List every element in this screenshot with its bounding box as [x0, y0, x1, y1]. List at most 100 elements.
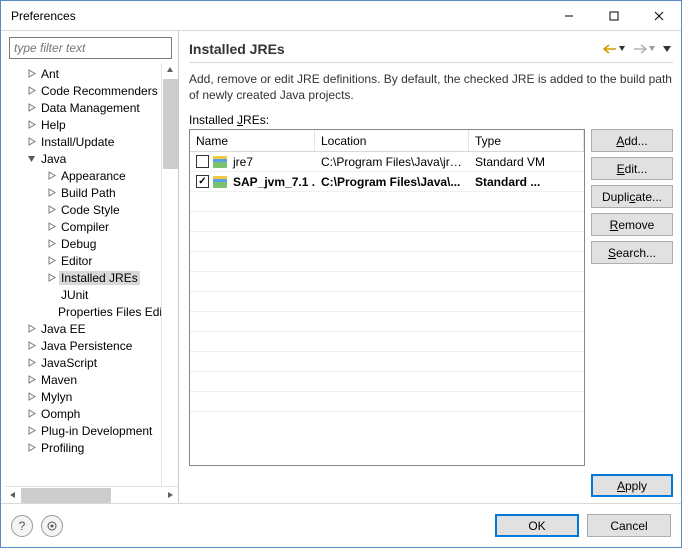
caret-down-icon	[663, 46, 671, 52]
cancel-button[interactable]: Cancel	[587, 514, 671, 537]
preference-tree[interactable]: AntCode RecommendersData ManagementHelp I…	[5, 63, 161, 486]
jre-checkbox[interactable]	[196, 155, 209, 168]
tree-item-label: Maven	[39, 373, 79, 387]
add-button[interactable]: Add...	[591, 129, 673, 152]
tree-item[interactable]: Ant	[5, 65, 161, 82]
tree-item[interactable]: Profiling	[5, 439, 161, 456]
table-row-empty	[190, 252, 584, 272]
ok-button[interactable]: OK	[495, 514, 579, 537]
tree-item[interactable]: Compiler	[5, 218, 161, 235]
bottom-left: ?	[11, 515, 63, 537]
import-export-button[interactable]	[41, 515, 63, 537]
chevron-right-icon[interactable]	[25, 425, 37, 437]
button-column: Add... Edit... Duplicate... Remove Searc…	[591, 129, 673, 466]
back-button[interactable]	[603, 44, 625, 54]
jre-type: Standard VM	[469, 155, 584, 169]
chevron-right-icon[interactable]	[25, 323, 37, 335]
table-row[interactable]: SAP_jvm_7.1 ...C:\Program Files\Java\...…	[190, 172, 584, 192]
vertical-scrollbar[interactable]	[161, 63, 178, 486]
edit-button[interactable]: Edit...	[591, 157, 673, 180]
tree-item-label: Install/Update	[39, 135, 116, 149]
tree-item[interactable]: Java EE	[5, 320, 161, 337]
scroll-left-icon[interactable]	[7, 489, 19, 501]
chevron-down-icon[interactable]	[25, 153, 37, 165]
chevron-right-icon[interactable]	[25, 136, 37, 148]
caret-down-icon	[619, 46, 625, 52]
chevron-right-icon[interactable]	[25, 119, 37, 131]
horizontal-scrollbar[interactable]	[5, 486, 178, 503]
tree-item[interactable]: Java	[5, 150, 161, 167]
chevron-right-icon[interactable]	[25, 340, 37, 352]
scroll-thumb[interactable]	[163, 79, 178, 169]
tree-item[interactable]: Build Path	[5, 184, 161, 201]
tree-item-label: Appearance	[59, 169, 128, 183]
apply-button[interactable]: Apply	[591, 474, 673, 497]
view-menu-button[interactable]	[663, 46, 671, 52]
chevron-right-icon[interactable]	[45, 238, 57, 250]
tree-item-label: Code Style	[59, 203, 122, 217]
tree-item[interactable]: Mylyn	[5, 388, 161, 405]
close-button[interactable]	[636, 1, 681, 30]
tree-item-label: Java	[39, 152, 68, 166]
chevron-right-icon[interactable]	[45, 221, 57, 233]
forward-button[interactable]	[633, 44, 655, 54]
tree-item[interactable]: Java Persistence	[5, 337, 161, 354]
bottom-right: OK Cancel	[495, 514, 671, 537]
jre-table[interactable]: Name Location Type jre7C:\Program Files\…	[189, 129, 585, 466]
chevron-right-icon[interactable]	[25, 442, 37, 454]
tree-item[interactable]: Data Management	[5, 99, 161, 116]
column-name[interactable]: Name	[190, 130, 315, 151]
tree-item[interactable]: Appearance	[5, 167, 161, 184]
list-area: Name Location Type jre7C:\Program Files\…	[189, 129, 673, 466]
chevron-right-icon[interactable]	[45, 272, 57, 284]
tree-item[interactable]: Plug-in Development	[5, 422, 161, 439]
scroll-up-icon[interactable]	[165, 65, 175, 75]
remove-button[interactable]: Remove	[591, 213, 673, 236]
chevron-right-icon[interactable]	[25, 391, 37, 403]
tree-item[interactable]: Code Recommenders	[5, 82, 161, 99]
scroll-right-icon[interactable]	[164, 489, 176, 501]
content-area: AntCode RecommendersData ManagementHelp I…	[1, 31, 681, 503]
chevron-right-icon[interactable]	[25, 374, 37, 386]
tree-item[interactable]: Help	[5, 116, 161, 133]
tree-item[interactable]: Maven	[5, 371, 161, 388]
tree-item-label: Debug	[59, 237, 98, 251]
chevron-right-icon[interactable]	[25, 68, 37, 80]
chevron-right-icon[interactable]	[25, 85, 37, 97]
chevron-right-icon[interactable]	[45, 255, 57, 267]
tree-item[interactable]: Oomph	[5, 405, 161, 422]
chevron-right-icon[interactable]	[25, 408, 37, 420]
help-button[interactable]: ?	[11, 515, 33, 537]
table-body: jre7C:\Program Files\Java\jre7Standard V…	[190, 152, 584, 465]
tree-item-label: Ant	[39, 67, 61, 81]
chevron-right-icon[interactable]	[45, 170, 57, 182]
table-header: Name Location Type	[190, 130, 584, 152]
tree-item[interactable]: Code Style	[5, 201, 161, 218]
table-row-empty	[190, 332, 584, 352]
duplicate-button[interactable]: Duplicate...	[591, 185, 673, 208]
filter-input[interactable]	[9, 37, 172, 59]
maximize-button[interactable]	[591, 1, 636, 30]
tree-item[interactable]: JUnit	[5, 286, 161, 303]
list-label: Installed JREs:	[189, 113, 673, 127]
column-type[interactable]: Type	[469, 130, 584, 151]
tree-item[interactable]: Debug	[5, 235, 161, 252]
tree-item[interactable]: Installed JREs	[5, 269, 161, 286]
chevron-right-icon[interactable]	[45, 204, 57, 216]
tree-item[interactable]: Editor	[5, 252, 161, 269]
tree-item-label: JavaScript	[39, 356, 99, 370]
tree-item[interactable]: Install/Update	[5, 133, 161, 150]
search-button[interactable]: Search...	[591, 241, 673, 264]
tree-item[interactable]: JavaScript	[5, 354, 161, 371]
tree-item-label: Compiler	[59, 220, 111, 234]
table-row-empty	[190, 392, 584, 412]
chevron-right-icon[interactable]	[45, 187, 57, 199]
jre-checkbox[interactable]	[196, 175, 209, 188]
tree-item[interactable]: Properties Files Editor	[5, 303, 161, 320]
chevron-right-icon[interactable]	[25, 102, 37, 114]
minimize-button[interactable]	[546, 1, 591, 30]
column-location[interactable]: Location	[315, 130, 469, 151]
chevron-right-icon[interactable]	[25, 357, 37, 369]
table-row[interactable]: jre7C:\Program Files\Java\jre7Standard V…	[190, 152, 584, 172]
scroll-thumb[interactable]	[21, 488, 111, 503]
